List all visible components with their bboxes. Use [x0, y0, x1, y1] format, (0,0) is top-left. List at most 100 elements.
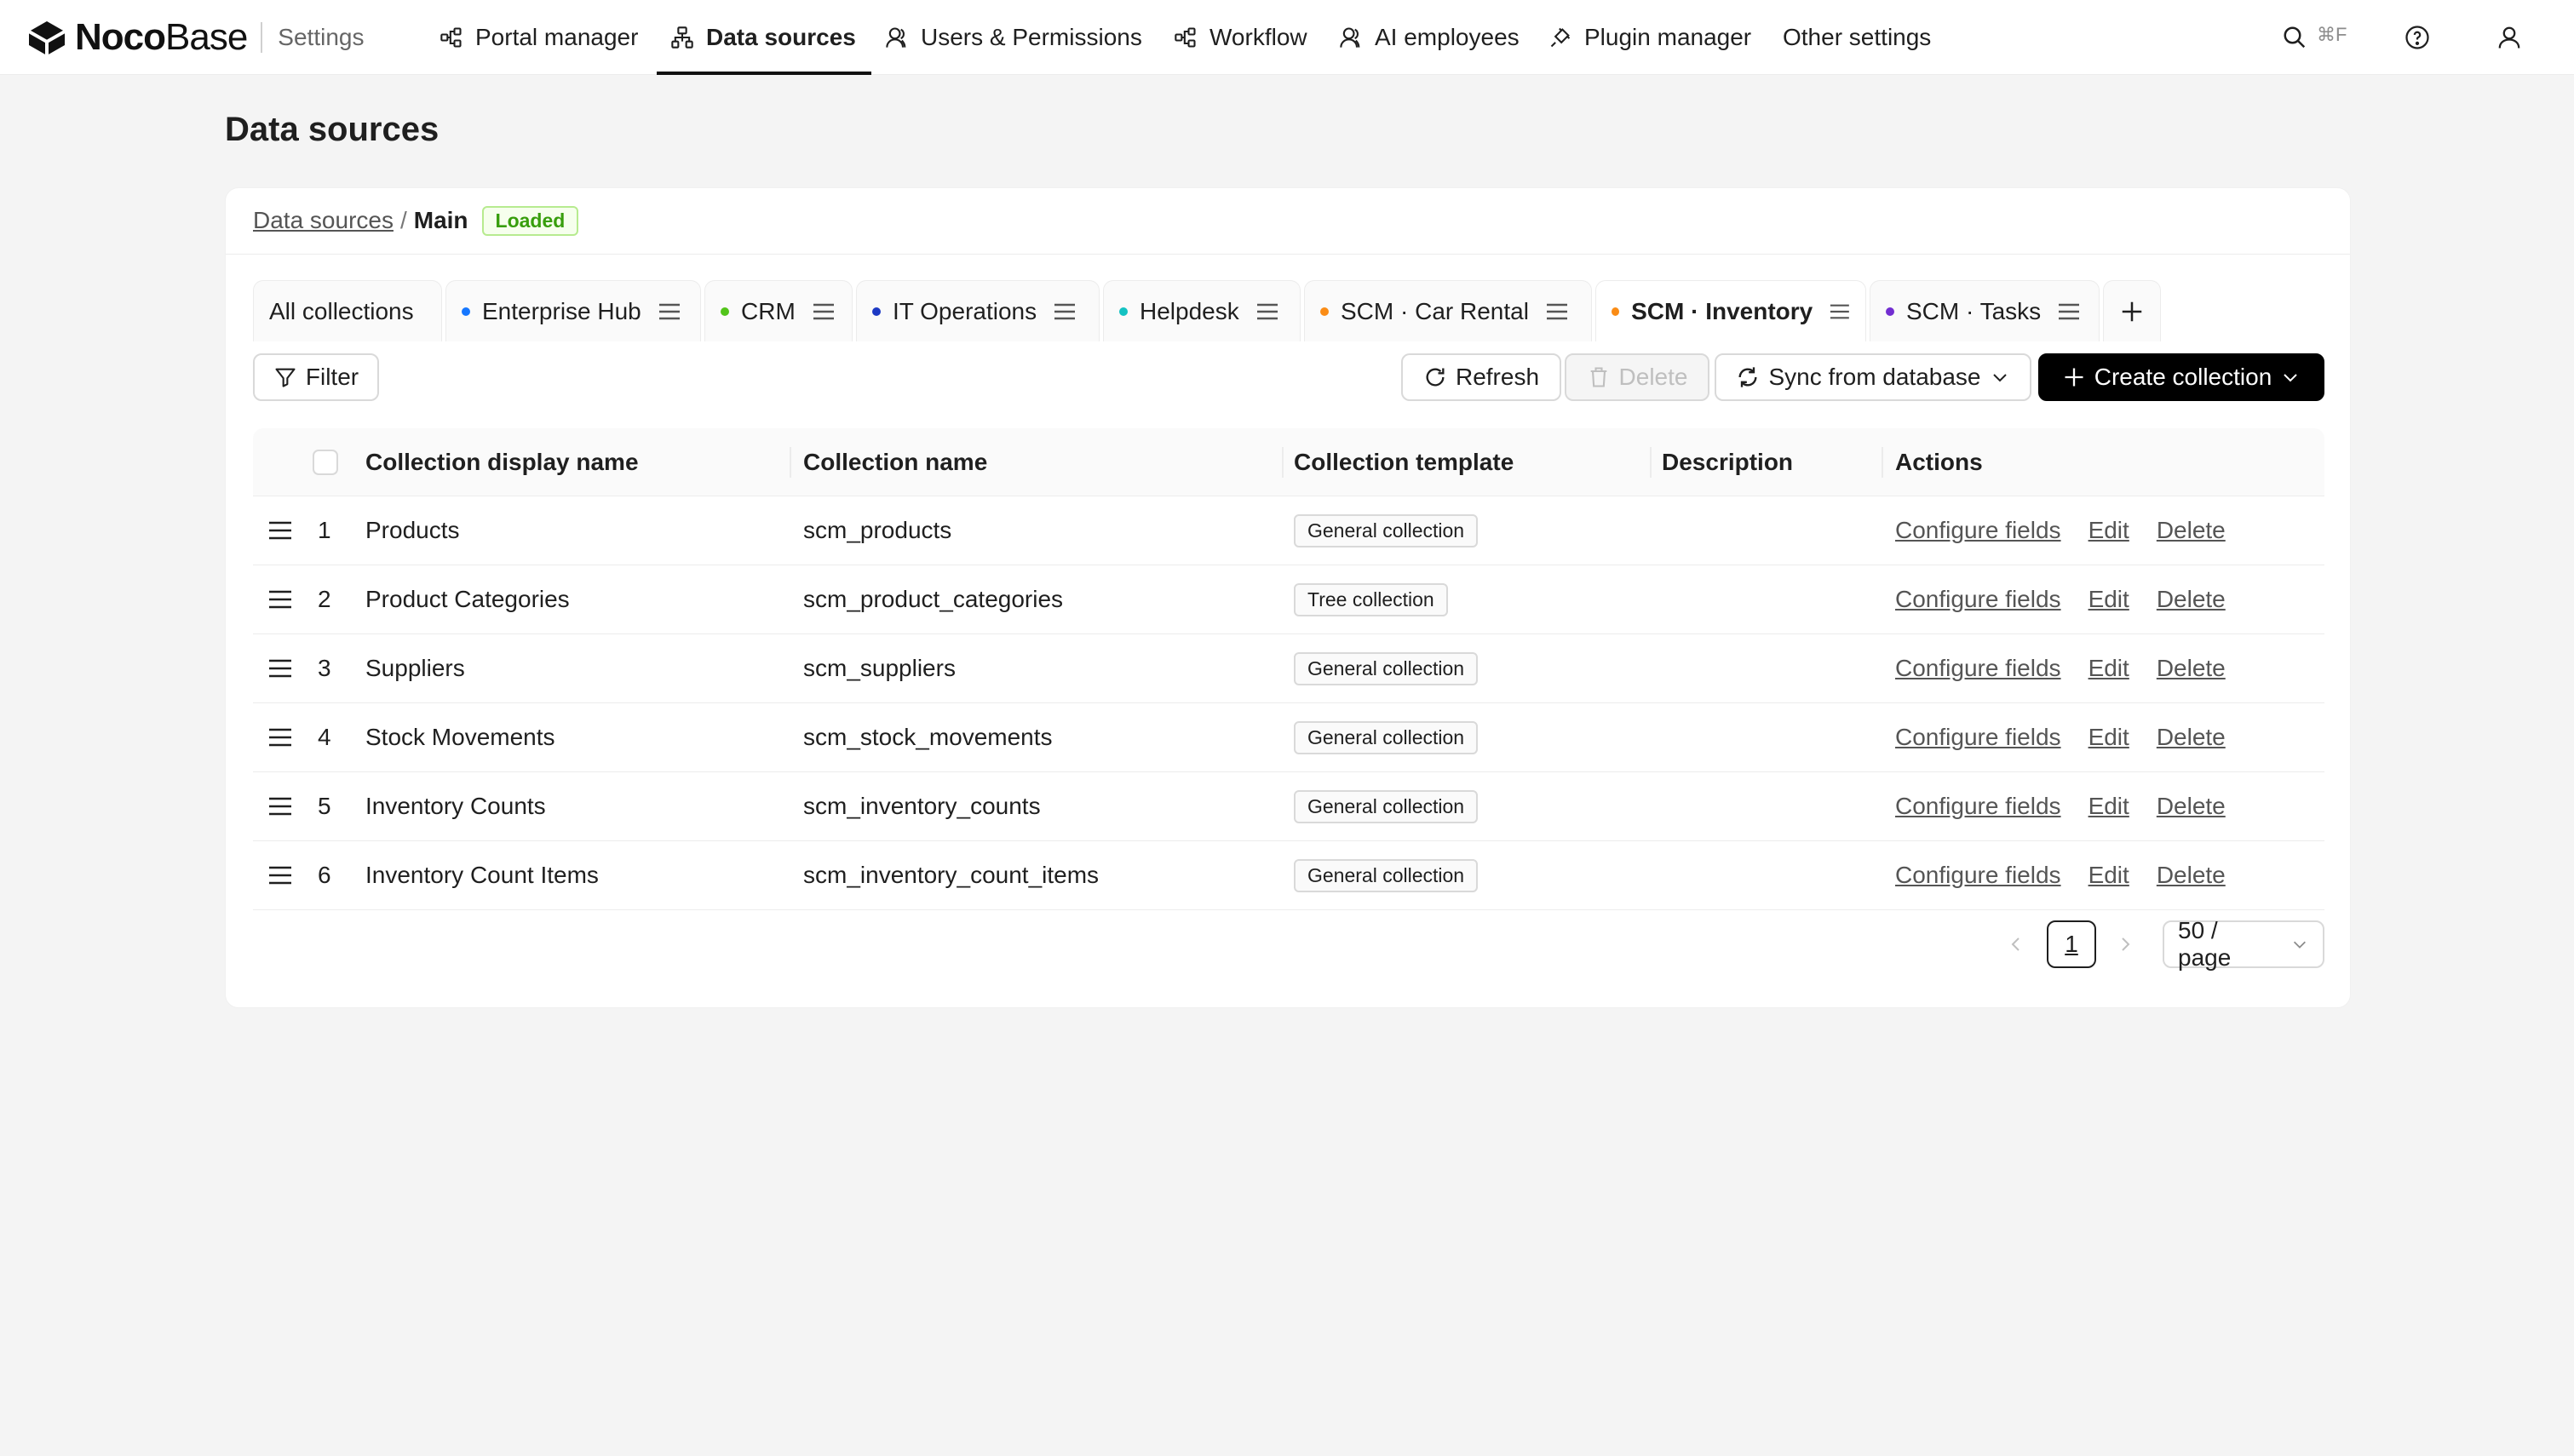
page-title: Data sources [225, 111, 440, 148]
nav-users-permissions[interactable]: Users & Permissions [885, 0, 1142, 75]
next-page-icon[interactable] [2115, 934, 2135, 954]
tab-crm[interactable]: CRM [704, 280, 853, 341]
configure-fields-link[interactable]: Configure fields [1895, 862, 2061, 889]
delete-link[interactable]: Delete [2157, 793, 2226, 820]
menu-icon[interactable] [658, 302, 681, 321]
nav-label: Plugin manager [1584, 24, 1752, 50]
edit-link[interactable]: Edit [2089, 586, 2129, 613]
nav-label: Workflow [1209, 24, 1307, 50]
menu-icon[interactable] [1830, 302, 1850, 321]
cell-display-name: Products [365, 517, 460, 543]
prev-page-icon[interactable] [2006, 934, 2026, 954]
edit-link[interactable]: Edit [2089, 517, 2129, 544]
nav-other-settings[interactable]: Other settings [1783, 0, 1931, 75]
tab-it-operations[interactable]: IT Operations [856, 280, 1100, 341]
edit-link[interactable]: Edit [2089, 793, 2129, 820]
table-row: 4 Stock Movements scm_stock_movements Ge… [253, 703, 2324, 772]
edit-link[interactable]: Edit [2089, 655, 2129, 682]
delete-selected-button[interactable]: Delete [1565, 353, 1709, 401]
user-account-button[interactable] [2492, 20, 2526, 54]
column-header-display-name[interactable]: Collection display name [365, 428, 639, 496]
drag-handle[interactable] [268, 703, 292, 771]
cell-display-name: Inventory Count Items [365, 862, 599, 888]
menu-icon[interactable] [813, 302, 835, 321]
drag-handle[interactable] [268, 565, 292, 633]
card-header: Data sources / Main Loaded [226, 188, 2350, 255]
delete-link[interactable]: Delete [2157, 655, 2226, 682]
configure-fields-link[interactable]: Configure fields [1895, 793, 2061, 820]
create-collection-button[interactable]: Create collection [2038, 353, 2324, 401]
drag-handle[interactable] [268, 772, 292, 840]
refresh-button[interactable]: Refresh [1401, 353, 1561, 401]
tab-scm-inventory[interactable]: SCM · Inventory [1595, 280, 1866, 341]
nav-plugin-manager[interactable]: Plugin manager [1548, 0, 1751, 75]
page-size-select[interactable]: 50 / page [2163, 917, 2324, 971]
data-sources-icon [671, 26, 693, 49]
plus-icon [2065, 368, 2083, 387]
tab-label: IT Operations [893, 297, 1037, 324]
drag-handle[interactable] [268, 841, 292, 909]
delete-link[interactable]: Delete [2157, 862, 2226, 889]
breadcrumb-data-sources-link[interactable]: Data sources [253, 207, 394, 234]
breadcrumb-separator: / [399, 207, 407, 233]
help-button[interactable] [2400, 20, 2434, 54]
row-actions: Configure fields Edit Delete [1895, 841, 2253, 909]
cell-display-name: Suppliers [365, 655, 465, 681]
add-category-button[interactable] [2103, 280, 2161, 341]
configure-fields-link[interactable]: Configure fields [1895, 655, 2061, 682]
filter-icon [275, 368, 296, 387]
search-shortcut: ⌘F [2317, 24, 2347, 45]
cell-collection-name: scm_suppliers [803, 655, 956, 681]
delete-link[interactable]: Delete [2157, 724, 2226, 751]
status-badge: Loaded [481, 205, 579, 236]
category-dot [721, 307, 729, 316]
tab-all-collections[interactable]: All collections [253, 280, 442, 341]
nav-ai-employees[interactable]: AI employees [1339, 0, 1520, 75]
configure-fields-link[interactable]: Configure fields [1895, 586, 2061, 613]
trash-icon [1590, 367, 1606, 387]
search-button[interactable] [2278, 20, 2312, 54]
column-header-template[interactable]: Collection template [1294, 428, 1514, 496]
brand-logo[interactable]: Noco Base Settings [26, 16, 364, 58]
refresh-icon [1426, 368, 1445, 387]
chevron-down-icon [2284, 374, 2297, 382]
configure-fields-link[interactable]: Configure fields [1895, 517, 2061, 544]
drag-handle[interactable] [268, 496, 292, 565]
table-row: 2 Product Categories scm_product_categor… [253, 565, 2324, 634]
column-header-name[interactable]: Collection name [803, 428, 987, 496]
brand-name-regular: Base [165, 16, 248, 58]
menu-icon[interactable] [1546, 302, 1568, 321]
tab-helpdesk[interactable]: Helpdesk [1103, 280, 1301, 341]
menu-icon[interactable] [1256, 302, 1278, 321]
menu-icon[interactable] [1054, 302, 1076, 321]
tab-enterprise-hub[interactable]: Enterprise Hub [445, 280, 701, 341]
tab-label: Enterprise Hub [482, 297, 641, 324]
delete-link[interactable]: Delete [2157, 586, 2226, 613]
filter-button[interactable]: Filter [253, 353, 379, 401]
tab-scm-car-rental[interactable]: SCM · Car Rental [1304, 280, 1592, 341]
edit-link[interactable]: Edit [2089, 862, 2129, 889]
nav-portal-manager[interactable]: Portal manager [440, 0, 638, 75]
nav-workflow[interactable]: Workflow [1174, 0, 1307, 75]
row-actions: Configure fields Edit Delete [1895, 496, 2253, 565]
select-all-checkbox[interactable] [313, 450, 338, 475]
column-header-actions: Actions [1895, 449, 1983, 475]
breadcrumb: Data sources / Main Loaded [253, 203, 579, 238]
filter-label: Filter [305, 364, 359, 390]
drag-handle-icon [269, 866, 291, 885]
column-divider [1282, 447, 1284, 478]
delete-link[interactable]: Delete [2157, 517, 2226, 544]
drag-handle[interactable] [268, 634, 292, 702]
column-header-description[interactable]: Description [1662, 428, 1793, 496]
edit-link[interactable]: Edit [2089, 724, 2129, 751]
cell-collection-name: scm_stock_movements [803, 724, 1053, 750]
category-dot [1886, 307, 1894, 316]
nav-data-sources[interactable]: Data sources [670, 0, 856, 75]
breadcrumb-current: Main [413, 207, 468, 233]
page-number-button[interactable]: 1 [2047, 920, 2096, 968]
menu-icon[interactable] [2058, 302, 2080, 321]
tab-scm-tasks[interactable]: SCM · Tasks [1870, 280, 2100, 341]
configure-fields-link[interactable]: Configure fields [1895, 724, 2061, 751]
sync-from-database-button[interactable]: Sync from database [1715, 353, 2031, 401]
search-icon [2284, 26, 2306, 49]
